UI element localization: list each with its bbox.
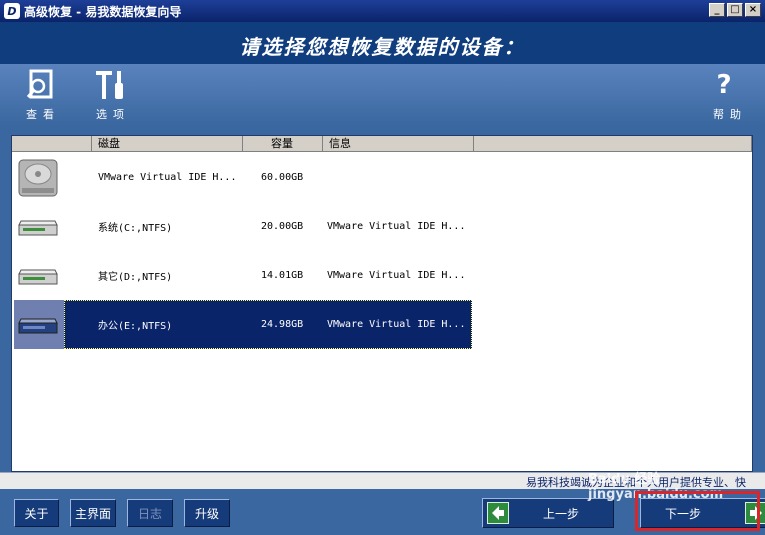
options-label: 选项 — [96, 108, 130, 121]
options-button[interactable]: 选项 — [88, 66, 132, 124]
view-button[interactable]: 查看 — [18, 66, 62, 124]
previous-step-button[interactable]: 上一步 — [482, 498, 614, 528]
tools-icon — [88, 66, 132, 104]
main-menu-button[interactable]: 主界面 — [70, 499, 116, 527]
table-row[interactable]: VMware Virtual IDE H... 60.00GB — [12, 153, 474, 202]
view-icon — [18, 66, 62, 104]
disk-info: VMware Virtual IDE H... — [327, 221, 466, 232]
partition-icon — [12, 202, 64, 251]
column-header-disk[interactable]: 磁盘 — [92, 136, 243, 152]
arrow-left-icon — [487, 502, 509, 524]
column-header-capacity[interactable]: 容量 — [243, 136, 323, 152]
view-label: 查看 — [26, 108, 60, 121]
table-row-selected[interactable]: 办公(E:,NTFS) 24.98GB VMware Virtual IDE H… — [12, 300, 474, 349]
disk-size: 14.01GB — [261, 270, 304, 281]
next-step-label: 下一步 — [664, 506, 701, 521]
column-header-spacer — [474, 136, 752, 152]
about-button[interactable]: 关于 — [14, 499, 59, 527]
help-icon: ? — [716, 70, 732, 100]
window-controls: _ □ × — [709, 3, 761, 17]
partition-icon — [12, 300, 64, 349]
title-bar: D 高级恢复 - 易我数据恢复向导 _ □ × — [0, 0, 765, 22]
window-title: 高级恢复 - 易我数据恢复向导 — [24, 4, 182, 19]
close-button[interactable]: × — [745, 3, 761, 17]
maximize-button[interactable]: □ — [727, 3, 743, 17]
partition-icon — [12, 251, 64, 300]
disk-name: 其它(D:,NTFS) — [98, 272, 173, 283]
disk-name: VMware Virtual IDE H... — [98, 172, 237, 183]
previous-step-label: 上一步 — [543, 506, 580, 521]
disk-size: 20.00GB — [261, 221, 304, 232]
column-header-info[interactable]: 信息 — [323, 136, 474, 152]
help-button[interactable]: ? 帮助 — [702, 66, 752, 124]
upgrade-button[interactable]: 升级 — [184, 499, 230, 527]
disk-size: 24.98GB — [261, 319, 304, 330]
hard-disk-icon — [12, 153, 64, 202]
disk-name: 系统(C:,NTFS) — [98, 223, 173, 234]
device-list[interactable]: 磁盘 容量 信息 VMware Virtual IDE H... 60.00GB — [11, 135, 753, 472]
disk-size: 60.00GB — [261, 172, 304, 183]
disk-info — [327, 153, 472, 202]
disk-info: VMware Virtual IDE H... — [327, 319, 466, 330]
log-button[interactable]: 日志 — [127, 499, 173, 527]
disk-info: VMware Virtual IDE H... — [327, 270, 466, 281]
page-header: 请选择您想恢复数据的设备： — [0, 22, 765, 64]
page-title: 请选择您想恢复数据的设备： — [239, 35, 526, 59]
content-area: 磁盘 容量 信息 VMware Virtual IDE H... 60.00GB — [0, 126, 765, 472]
column-header-icon[interactable] — [12, 136, 92, 152]
watermark: Baidu 经验 jingyan.baidu.com — [588, 472, 724, 502]
help-label: 帮助 — [713, 108, 747, 121]
toolbar: 查看 选项 ? 帮助 — [0, 64, 765, 126]
app-logo-icon: D — [4, 3, 20, 19]
arrow-right-icon — [745, 502, 765, 524]
minimize-button[interactable]: _ — [709, 3, 725, 17]
next-step-button[interactable]: 下一步 — [640, 498, 765, 528]
table-row[interactable]: 其它(D:,NTFS) 14.01GB VMware Virtual IDE H… — [12, 251, 474, 300]
table-row[interactable]: 系统(C:,NTFS) 20.00GB VMware Virtual IDE H… — [12, 202, 474, 251]
disk-name: 办公(E:,NTFS) — [98, 321, 173, 332]
